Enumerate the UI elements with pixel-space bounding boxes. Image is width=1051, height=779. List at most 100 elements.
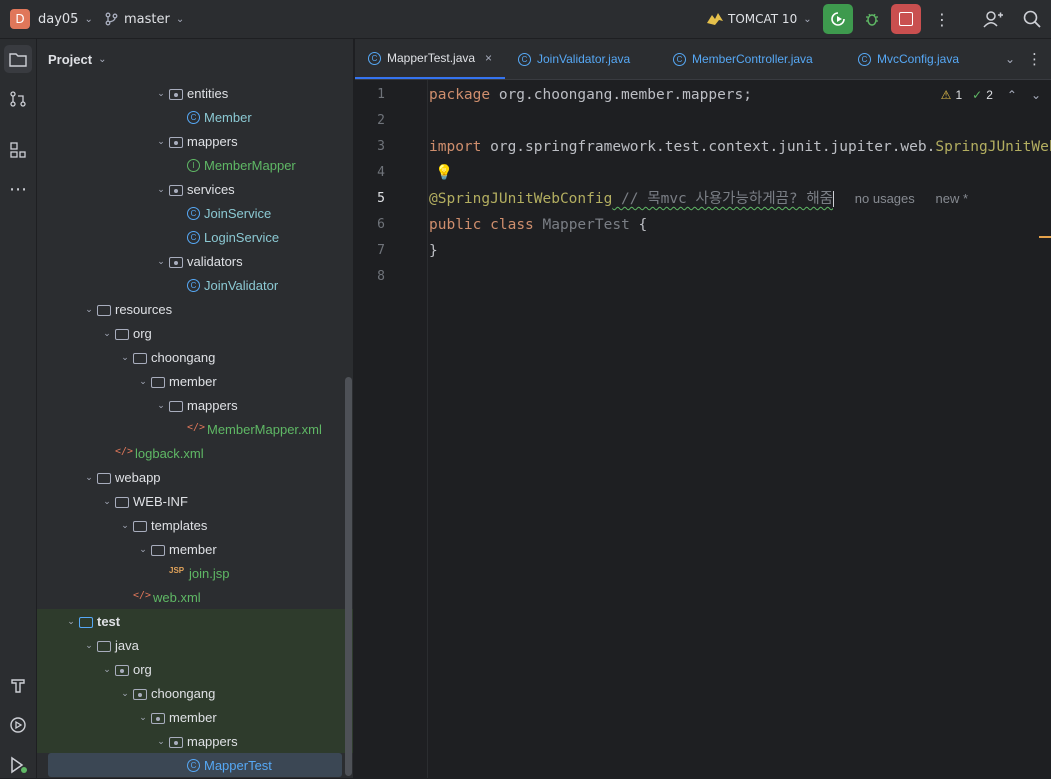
- stop-icon: [899, 12, 913, 26]
- tree-item[interactable]: C JoinService: [37, 201, 345, 225]
- tree-item[interactable]: ⌄ member: [37, 369, 345, 393]
- expand-arrow-icon[interactable]: ⌄: [153, 136, 169, 147]
- project-panel: Project ⌄ ⌄ entities C Member ⌄ mappers I Membe…: [37, 39, 353, 778]
- tree-item[interactable]: </> logback.xml: [37, 441, 345, 465]
- expand-arrow-icon[interactable]: ⌄: [81, 472, 97, 483]
- author-hint[interactable]: new *: [936, 191, 969, 206]
- tree-item[interactable]: ⌄ mappers: [37, 129, 345, 153]
- editor-tab[interactable]: C MapperTest.java ×: [355, 39, 505, 79]
- branch-switcher[interactable]: master ⌄: [104, 0, 184, 38]
- structure-icon[interactable]: [4, 136, 32, 164]
- tree-item-label: WEB-INF: [133, 493, 188, 509]
- tree-item[interactable]: ⌄ java: [37, 633, 353, 657]
- expand-arrow-icon[interactable]: ⌄: [81, 640, 97, 651]
- tree-item[interactable]: ⌄ services: [37, 177, 345, 201]
- tree-item[interactable]: C JoinValidator: [37, 273, 345, 297]
- tree-item[interactable]: ⌄ WEB-INF: [37, 489, 345, 513]
- tree-item[interactable]: ⌄ member: [37, 705, 353, 729]
- expand-arrow-icon[interactable]: ⌄: [117, 520, 133, 531]
- expand-arrow-icon[interactable]: ⌄: [117, 352, 133, 363]
- line-number: 5: [377, 191, 385, 206]
- tree-item[interactable]: ⌄ resources: [37, 297, 345, 321]
- code-line-3: import org.springframework.test.context.…: [429, 139, 1051, 155]
- search-icon[interactable]: [1023, 0, 1041, 38]
- commit-icon[interactable]: [4, 85, 32, 113]
- stop-button[interactable]: [891, 4, 921, 34]
- tree-item[interactable]: ⌄ templates: [37, 513, 345, 537]
- editor-tab[interactable]: C MemberController.java: [660, 39, 845, 79]
- run-tool-icon[interactable]: [4, 751, 32, 779]
- tree-item[interactable]: C LoginService: [37, 225, 345, 249]
- tree-item[interactable]: C Member: [37, 105, 345, 129]
- package-icon: [115, 664, 129, 676]
- tree-item[interactable]: C MapperTest: [48, 753, 342, 777]
- expand-arrow-icon[interactable]: ⌄: [99, 328, 115, 339]
- add-user-icon[interactable]: [983, 0, 1003, 38]
- expand-arrow-icon[interactable]: ⌄: [135, 376, 151, 387]
- build-icon[interactable]: [4, 671, 32, 699]
- tree-item[interactable]: ⌄ org: [37, 321, 345, 345]
- more-tools-icon[interactable]: ⋯: [4, 175, 32, 203]
- tree-item[interactable]: ⌄ validators: [37, 249, 345, 273]
- tree-item[interactable]: ⌄ test: [37, 609, 353, 633]
- expand-arrow-icon[interactable]: ⌄: [117, 688, 133, 699]
- editor-tab[interactable]: C MvcConfig.java: [845, 39, 995, 79]
- tree-item[interactable]: ⌄ webapp: [37, 465, 345, 489]
- expand-arrow-icon[interactable]: ⌄: [99, 496, 115, 507]
- code-area[interactable]: package org.choongang.member.mappers; im…: [429, 80, 1051, 778]
- text-caret: [833, 191, 835, 207]
- tree-item[interactable]: ⌄ choongang: [37, 345, 345, 369]
- tree-item[interactable]: ⌄ mappers: [37, 393, 345, 417]
- tree-item[interactable]: </> web.xml: [37, 585, 345, 609]
- tree-item[interactable]: ⌄ org: [37, 657, 353, 681]
- expand-arrow-icon[interactable]: ⌄: [153, 256, 169, 267]
- expand-arrow-icon[interactable]: ⌄: [153, 88, 169, 99]
- expand-arrow-icon[interactable]: ⌄: [63, 616, 79, 627]
- services-icon[interactable]: [4, 711, 32, 739]
- expand-arrow-icon[interactable]: ⌄: [153, 736, 169, 747]
- tree-item[interactable]: ⌄ mappers: [37, 729, 353, 753]
- tree-item-label: templates: [151, 517, 208, 533]
- usages-hint[interactable]: no usages: [855, 191, 915, 206]
- debug-button[interactable]: [857, 4, 887, 34]
- expand-arrow-icon[interactable]: ⌄: [81, 304, 97, 315]
- class-icon: C: [187, 278, 200, 292]
- project-switcher[interactable]: D day05 ⌄: [10, 0, 93, 38]
- class-icon: C: [187, 110, 200, 124]
- tabs-dropdown-icon[interactable]: ⌄: [999, 39, 1015, 79]
- interface-icon: I: [187, 158, 200, 172]
- tree-item[interactable]: </> MemberMapper.xml: [37, 417, 345, 441]
- expand-arrow-icon[interactable]: ⌄: [153, 184, 169, 195]
- expand-arrow-icon[interactable]: ⌄: [99, 664, 115, 675]
- tree-item-label: choongang: [151, 349, 216, 365]
- lightbulb-icon[interactable]: 💡: [435, 160, 453, 186]
- run-config-selector[interactable]: TOMCAT 10 ⌄: [706, 0, 812, 38]
- run-button[interactable]: [823, 4, 853, 34]
- expand-arrow-icon[interactable]: ⌄: [135, 712, 151, 723]
- close-tab-icon[interactable]: ×: [485, 51, 492, 65]
- expand-arrow-icon[interactable]: ⌄: [153, 400, 169, 411]
- tree-item[interactable]: JSP join.jsp: [37, 561, 345, 585]
- tree-item[interactable]: ⌄ choongang: [37, 681, 353, 705]
- tree-item-label: MapperTest: [204, 757, 272, 773]
- project-name: day05: [38, 11, 79, 27]
- tab-options-icon[interactable]: ⋮: [1027, 39, 1042, 79]
- folder-icon: [133, 352, 147, 364]
- editor-tab[interactable]: C JoinValidator.java: [505, 39, 660, 79]
- change-marker: [1039, 236, 1051, 238]
- panel-title: Project: [48, 51, 93, 67]
- branch-name: master: [124, 11, 170, 27]
- class-icon: C: [368, 51, 381, 65]
- tree-item[interactable]: I MemberMapper: [37, 153, 345, 177]
- panel-header[interactable]: Project ⌄: [37, 39, 353, 79]
- folder-icon: [151, 376, 165, 388]
- tree-item[interactable]: ⌄ member: [37, 537, 345, 561]
- more-actions-icon[interactable]: ⋮: [934, 0, 950, 38]
- package-icon: [151, 712, 165, 724]
- project-folder-icon[interactable]: [4, 45, 32, 73]
- folder-icon: [169, 400, 183, 412]
- expand-arrow-icon[interactable]: ⌄: [135, 544, 151, 555]
- run-config-name: TOMCAT 10: [728, 12, 798, 26]
- tree-item[interactable]: ⌄ entities: [37, 81, 345, 105]
- tree-scrollbar[interactable]: [345, 377, 352, 776]
